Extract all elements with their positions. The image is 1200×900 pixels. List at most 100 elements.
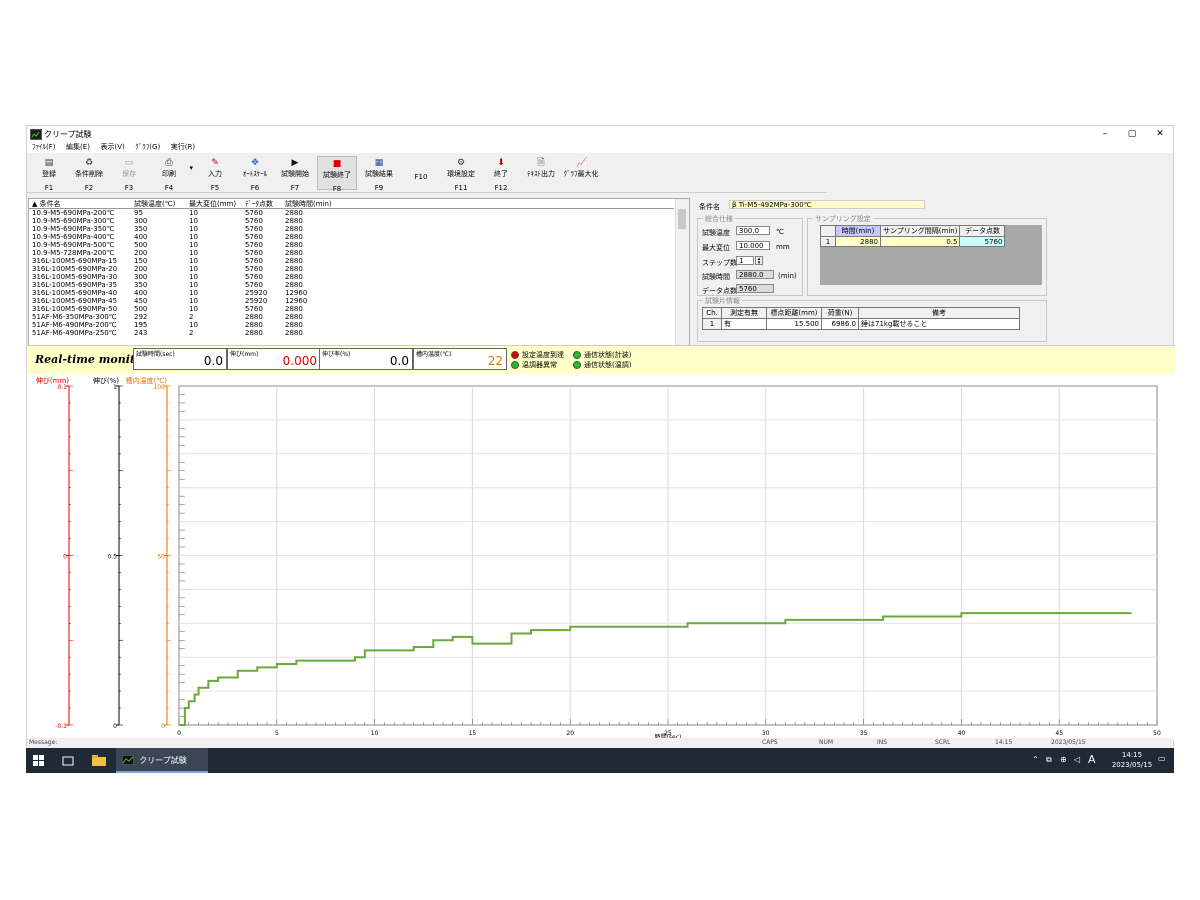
- status-comm-temp: 通信状態(温調): [573, 360, 631, 370]
- start-button[interactable]: [26, 748, 52, 773]
- list-item[interactable]: 10.9-M5-690MPa-350℃ 350 10 5760 2880: [29, 225, 674, 233]
- x-tick-label: 40: [958, 730, 966, 737]
- list-cell: 350: [134, 225, 148, 233]
- chevron-down-icon[interactable]: ▾: [189, 164, 193, 172]
- list-item[interactable]: 10.9-M5-690MPa-400℃ 400 10 5760 2880: [29, 233, 674, 241]
- series-line: [179, 612, 1132, 726]
- condition-name-field[interactable]: β Ti-M5-492MPa-300℃: [729, 200, 925, 209]
- toolbar-button-save[interactable]: ▭ 保存 F3: [109, 156, 149, 192]
- tray-chevron-icon[interactable]: ⌃: [1032, 755, 1039, 764]
- toolbar-button-print[interactable]: ⎙ 印刷 F4 ▾: [149, 156, 193, 192]
- list-cell: 2: [189, 329, 194, 337]
- scroll-thumb[interactable]: [678, 209, 686, 229]
- toolbar-label: 試験結果: [365, 170, 393, 178]
- list-item[interactable]: 51AF-M6-490MPa-200℃ 195 10 2880 2880: [29, 321, 674, 329]
- toolbar-button-exit[interactable]: ⬇ 終了 F12: [481, 156, 521, 192]
- disp-input[interactable]: 10.000: [736, 241, 770, 250]
- list-cell: 500: [134, 241, 148, 249]
- toolbar-button-results[interactable]: ▦ 試験結果 F9: [359, 156, 399, 192]
- list-cell: 500: [134, 305, 148, 313]
- col-header-temp[interactable]: 試験温度(℃): [134, 199, 175, 209]
- specimen-gauge-cell[interactable]: 15.500: [766, 318, 822, 330]
- list-item[interactable]: 10.9-M5-690MPa-300℃ 300 10 5760 2880: [29, 217, 674, 225]
- tray-globe-icon[interactable]: ⊕: [1060, 755, 1067, 764]
- list-item[interactable]: 316L-100M5-690MPa-30 300 10 5760 2880: [29, 273, 674, 281]
- specimen-note-cell[interactable]: 錘は71kg載せること: [858, 318, 1020, 330]
- list-cell: 10: [189, 321, 198, 329]
- steps-input[interactable]: 1: [736, 256, 754, 265]
- toolbar-button-pen[interactable]: ✎ 入力 F5: [195, 156, 235, 192]
- condition-list: ▲ 条件名 試験温度(℃) 最大変位(mm) ﾃﾞｰﾀ点数 試験時間(min) …: [28, 198, 690, 346]
- chart-area: 伸び(mm) 0.1 0 -0.1 伸び(%) 1 0.5 0 槽内温度(℃) 100 50 0 0 5 1…: [27, 374, 1175, 741]
- list-item[interactable]: 316L-100M5-690MPa-50 500 10 5760 2880: [29, 305, 674, 313]
- col-header-name[interactable]: ▲ 条件名: [32, 199, 61, 209]
- creep-chart[interactable]: 伸び(mm)0.10-0.1伸び(%)10.50槽内温度(℃)1005000 5 1…: [27, 374, 1173, 741]
- sampling-time-cell[interactable]: 2880: [835, 236, 881, 247]
- toolbar-button-text-output[interactable]: 🗎 ﾃｷｽﾄ出力: [521, 156, 561, 190]
- list-scrollbar[interactable]: [675, 199, 689, 345]
- minimize-button[interactable]: –: [1095, 128, 1115, 140]
- close-button[interactable]: ✕: [1150, 128, 1170, 140]
- condition-name-label: 条件名: [699, 203, 720, 211]
- list-item[interactable]: 51AF-M6-490MPa-250℃ 243 2 2880 2880: [29, 329, 674, 337]
- menu-file[interactable]: ﾌｧｲﾙ(F): [32, 143, 56, 151]
- list-item[interactable]: 316L-100M5-690MPa-40 400 10 25920 12960: [29, 289, 674, 297]
- y-tick-label: 0.1: [57, 384, 67, 391]
- toolbar-label: ｸﾞﾗﾌ最大化: [563, 170, 599, 178]
- col-header-points[interactable]: ﾃﾞｰﾀ点数: [245, 199, 273, 209]
- specimen-load-cell[interactable]: 6986.0: [821, 318, 859, 330]
- list-item[interactable]: 316L-100M5-690MPa-35 350 10 5760 2880: [29, 281, 674, 289]
- menu-view[interactable]: 表示(V): [100, 143, 124, 151]
- toolbar-button-graph-max[interactable]: 📈 ｸﾞﾗﾌ最大化: [561, 156, 601, 190]
- toolbar-button-delete[interactable]: ♻ 条件削除 F2: [69, 156, 109, 192]
- clock-time[interactable]: 14:15: [1112, 751, 1152, 759]
- notification-icon[interactable]: ▭: [1158, 754, 1166, 763]
- col-header-time[interactable]: 試験時間(min): [285, 199, 332, 209]
- monitor-elong-label: 伸び(mm): [230, 351, 259, 358]
- list-cell: 5760: [245, 273, 263, 281]
- play-icon: ▶: [291, 158, 299, 168]
- tray-network-icon[interactable]: ⧉: [1046, 755, 1052, 765]
- temp-unit: ℃: [776, 228, 784, 236]
- sampling-group: サンプリング設定 時間(min) サンプリング間隔(min) データ点数 1 2…: [807, 214, 1047, 296]
- taskbar-app-label: クリープ試験: [139, 756, 187, 765]
- explorer-button[interactable]: [86, 748, 112, 773]
- list-item[interactable]: 51AF-M6-350MPa-300℃ 292 2 2880 2880: [29, 313, 674, 321]
- ime-indicator[interactable]: A: [1088, 753, 1096, 766]
- red-led-icon: [511, 351, 519, 359]
- specimen-measure-cell[interactable]: 有: [721, 318, 767, 330]
- list-item[interactable]: 316L-100M5-690MPa-20 200 10 5760 2880: [29, 265, 674, 273]
- task-view-button[interactable]: [56, 748, 80, 773]
- clock-date[interactable]: 2023/05/15: [1106, 761, 1158, 769]
- toolbar-button-play[interactable]: ▶ 試験開始 F7: [275, 156, 315, 192]
- list-cell: 450: [134, 297, 148, 305]
- menu-run[interactable]: 実行(R): [171, 143, 195, 151]
- toolbar-button-autoscale[interactable]: ✥ ｵｰﾄｽｹｰﾙ F6: [235, 156, 275, 192]
- list-cell: 316L-100M5-690MPa-30: [32, 273, 118, 281]
- text-output-icon: 🗎: [537, 158, 545, 168]
- toolbar-button-register[interactable]: ▤ 登録 F1: [29, 156, 69, 192]
- maximize-button[interactable]: ▢: [1122, 128, 1142, 140]
- tray-volume-icon[interactable]: ◁: [1074, 755, 1080, 764]
- list-item[interactable]: 316L-100M5-690MPa-45 450 10 25920 12960: [29, 297, 674, 305]
- sampling-interval-cell[interactable]: 0.5: [879, 236, 961, 247]
- steps-label: ステップ数: [702, 259, 737, 267]
- toolbar-button-f10[interactable]: F10: [401, 156, 441, 190]
- list-item[interactable]: 316L-100M5-690MPa-15 150 10 5760 2880: [29, 257, 674, 265]
- taskbar-app-creep[interactable]: クリープ試験: [116, 748, 208, 773]
- message-label: Message:: [29, 739, 58, 746]
- title-bar: クリープ試験 – ▢ ✕: [27, 126, 1173, 142]
- list-item[interactable]: 10.9-M5-728MPa-200℃ 200 10 5760 2880: [29, 249, 674, 257]
- toolbar-button-settings[interactable]: ⚙ 環境設定 F11: [441, 156, 481, 192]
- temp-input[interactable]: 300.0: [736, 226, 770, 235]
- autoscale-icon: ✥: [251, 158, 259, 168]
- list-cell: 51AF-M6-350MPa-300℃: [32, 313, 117, 321]
- col-header-disp[interactable]: 最大変位(mm): [189, 199, 236, 209]
- toolbar-label: 試験終了: [323, 171, 351, 179]
- steps-spinner[interactable]: ▴ ▾: [755, 256, 763, 266]
- menu-edit[interactable]: 編集(E): [66, 143, 90, 151]
- toolbar-button-stop[interactable]: ■ 試験終了 F8: [317, 156, 357, 193]
- list-item[interactable]: 10.9-M5-690MPa-200℃ 95 10 5760 2880: [29, 209, 674, 217]
- menu-graph[interactable]: ｸﾞﾗﾌ(G): [135, 143, 160, 151]
- list-item[interactable]: 10.9-M5-690MPa-500℃ 500 10 5760 2880: [29, 241, 674, 249]
